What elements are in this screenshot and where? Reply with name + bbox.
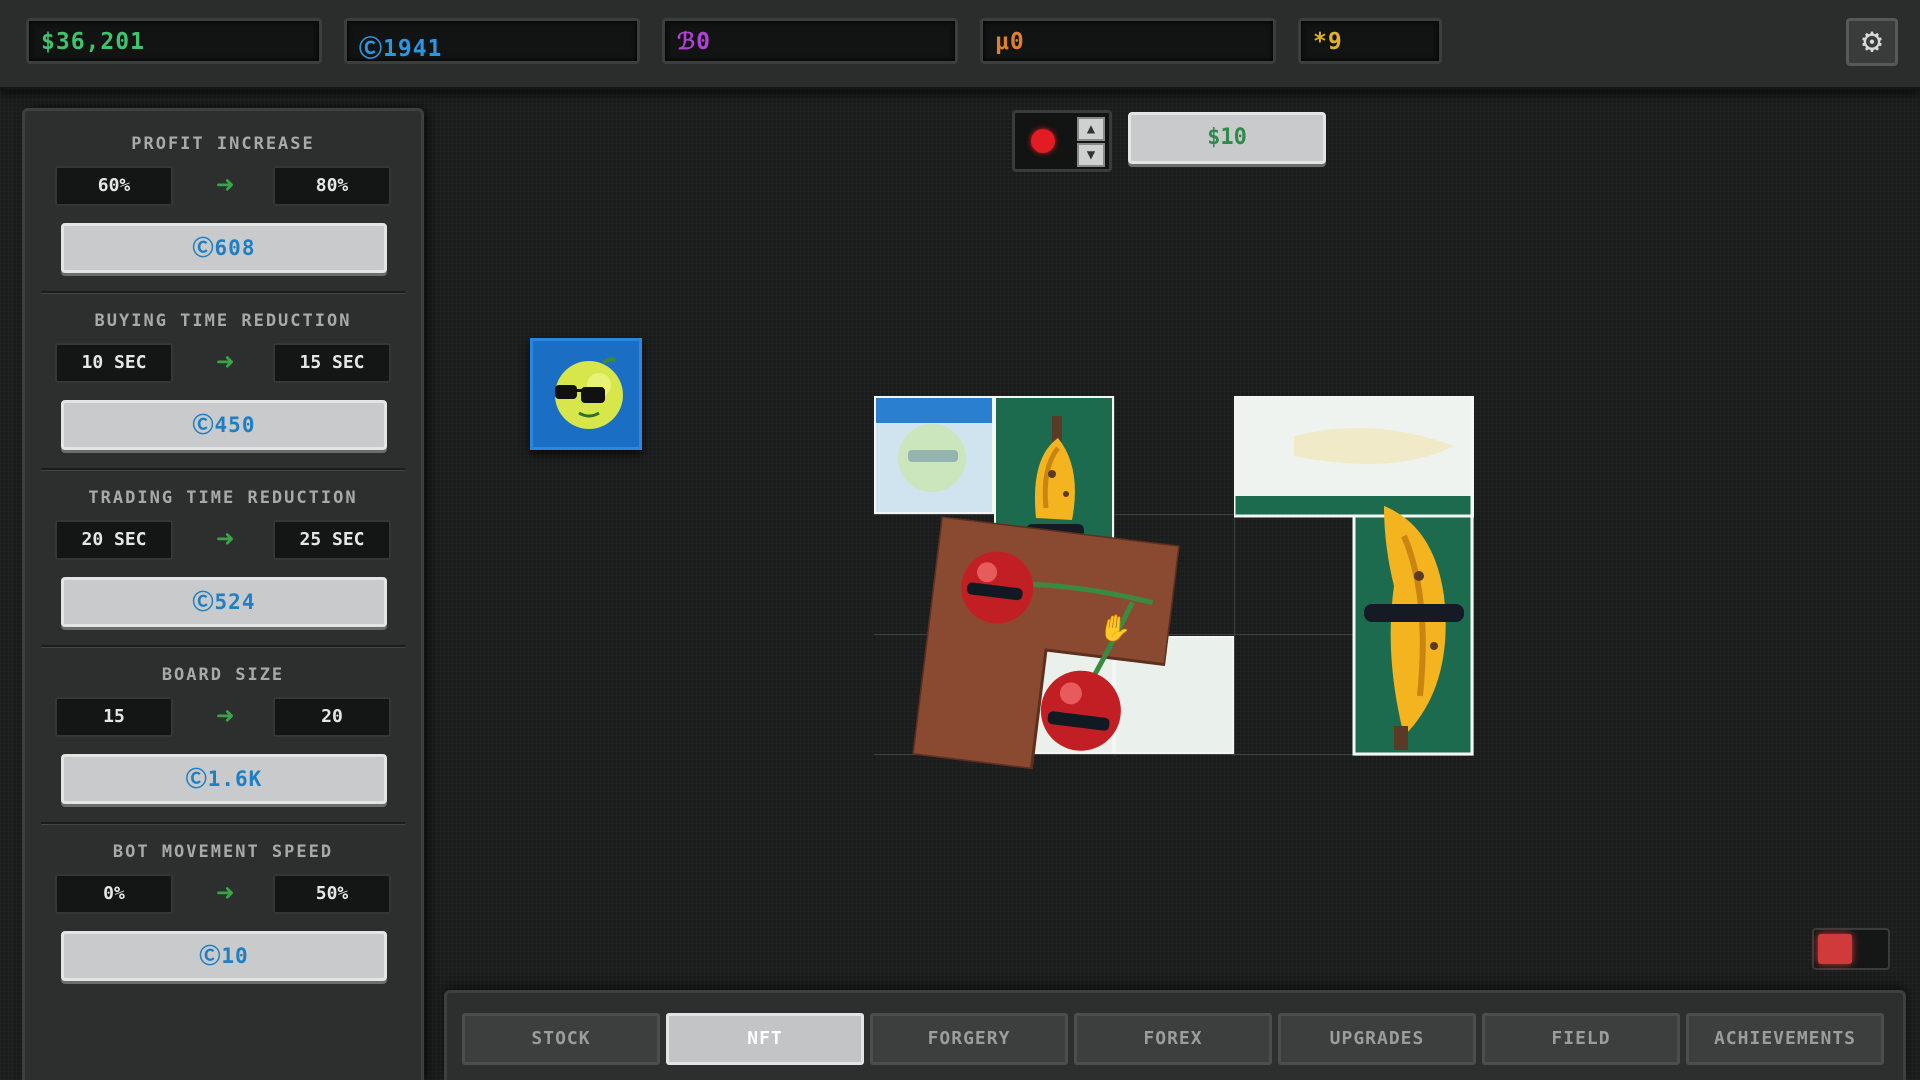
tab-field[interactable]: FIELD bbox=[1482, 1013, 1680, 1065]
stars-counter: *9 bbox=[1298, 18, 1442, 64]
tab-stock[interactable]: STOCK bbox=[462, 1013, 660, 1065]
board-size-buy-button[interactable]: Ⓒ1.6K bbox=[61, 754, 387, 804]
bot-toggle[interactable] bbox=[1812, 928, 1890, 970]
arrow-right-icon: ➜ bbox=[215, 168, 235, 203]
cherry-icon bbox=[910, 514, 1182, 771]
arrow-right-icon: ➜ bbox=[215, 522, 235, 557]
selected-color-swatch[interactable] bbox=[1031, 129, 1055, 153]
upgrade-next-value: 50% bbox=[273, 874, 391, 914]
micro-counter: μ0 bbox=[980, 18, 1276, 64]
buying-time-buy-button[interactable]: Ⓒ450 bbox=[61, 400, 387, 450]
tab-bar: STOCK NFT FORGERY FOREX UPGRADES FIELD A… bbox=[444, 990, 1906, 1080]
resource-bar: $36,201 Ⓒ1941 ℬ0 μ0 *9 ⚙ bbox=[0, 0, 1920, 90]
divider bbox=[41, 291, 405, 294]
profit-increase-buy-button[interactable]: Ⓒ608 bbox=[61, 223, 387, 273]
arrow-right-icon: ➜ bbox=[215, 345, 235, 380]
banana-icon bbox=[1234, 396, 1474, 756]
upgrade-current-value: 10 SEC bbox=[55, 343, 173, 383]
upgrade-next-value: 80% bbox=[273, 166, 391, 206]
tab-upgrades[interactable]: UPGRADES bbox=[1278, 1013, 1476, 1065]
upgrade-current-value: 15 bbox=[55, 697, 173, 737]
divider bbox=[41, 822, 405, 825]
upgrade-current-value: 60% bbox=[55, 166, 173, 206]
nft-tile-ball[interactable] bbox=[874, 396, 994, 514]
upgrade-title: BOARD SIZE bbox=[161, 665, 285, 685]
upgrade-title: BUYING TIME REDUCTION bbox=[94, 311, 352, 331]
upgrade-next-value: 15 SEC bbox=[273, 343, 391, 383]
nft-tile-banana-small[interactable] bbox=[994, 396, 1114, 546]
tab-nft[interactable]: NFT bbox=[666, 1013, 864, 1065]
upgrade-title: TRADING TIME REDUCTION bbox=[88, 488, 358, 508]
tab-forex[interactable]: FOREX bbox=[1074, 1013, 1272, 1065]
upgrade-next-value: 20 bbox=[273, 697, 391, 737]
money-counter: $36,201 bbox=[26, 18, 322, 64]
upgrade-next-value: 25 SEC bbox=[273, 520, 391, 560]
influence-counter: ℬ0 bbox=[662, 18, 958, 64]
price-button[interactable]: $10 bbox=[1128, 112, 1326, 164]
credits-counter: Ⓒ1941 bbox=[344, 18, 640, 64]
hand-cursor-icon: ✋ bbox=[1097, 612, 1134, 647]
tab-forgery[interactable]: FORGERY bbox=[870, 1013, 1068, 1065]
settings-button[interactable]: ⚙ bbox=[1846, 18, 1898, 66]
color-down-button[interactable]: ▼ bbox=[1077, 143, 1105, 167]
sunglasses-ball-icon bbox=[555, 357, 623, 429]
upgrade-current-value: 20 SEC bbox=[55, 520, 173, 560]
color-up-button[interactable]: ▲ bbox=[1077, 117, 1105, 141]
divider bbox=[41, 645, 405, 648]
sunglasses-ball-icon bbox=[898, 424, 966, 492]
trading-time-buy-button[interactable]: Ⓒ524 bbox=[61, 577, 387, 627]
upgrade-title: PROFIT INCREASE bbox=[131, 134, 315, 154]
bot-icon bbox=[1818, 934, 1852, 964]
nft-tile-banana-large[interactable] bbox=[1234, 396, 1474, 756]
arrow-right-icon: ➜ bbox=[215, 876, 235, 911]
upgrade-current-value: 0% bbox=[55, 874, 173, 914]
color-picker: ▲ ▼ bbox=[1012, 110, 1112, 172]
tab-achievements[interactable]: ACHIEVEMENTS bbox=[1686, 1013, 1884, 1065]
upgrade-title: BOT MOVEMENT SPEED bbox=[112, 842, 334, 862]
upgrade-panel: PROFIT INCREASE 60% ➜ 80% Ⓒ608 BUYING TI… bbox=[22, 108, 424, 1080]
bot-speed-buy-button[interactable]: Ⓒ10 bbox=[61, 931, 387, 981]
arrow-right-icon: ➜ bbox=[215, 699, 235, 734]
nft-inventory-tile[interactable] bbox=[530, 338, 642, 450]
nft-tile-cherry-dragging[interactable]: ✋ bbox=[910, 514, 1182, 783]
banana-icon bbox=[1026, 416, 1084, 538]
gear-icon: ⚙ bbox=[1861, 21, 1883, 61]
divider bbox=[41, 468, 405, 471]
